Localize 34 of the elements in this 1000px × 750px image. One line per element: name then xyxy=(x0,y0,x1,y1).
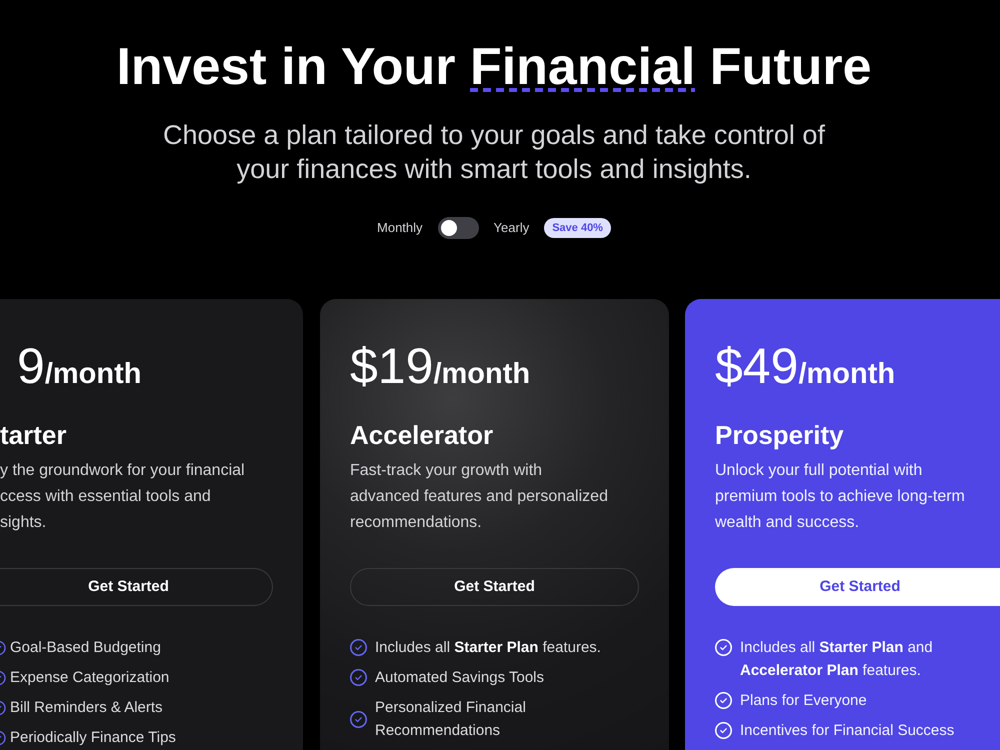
get-started-button[interactable]: Get Started xyxy=(350,568,639,606)
billing-toggle[interactable] xyxy=(438,217,479,239)
get-started-button[interactable]: Get Started xyxy=(715,568,1000,606)
plan-name: Accelerator xyxy=(350,422,494,448)
feature-text: Includes all Starter Plan and Accelerator Plan features. xyxy=(740,638,934,681)
feature-text: Includes all Starter Plan features. xyxy=(375,638,601,658)
plan-name: tarter xyxy=(0,422,66,448)
feature-text: Bill Reminders & Alerts xyxy=(10,698,163,718)
check-circle-icon xyxy=(715,692,732,709)
billing-period-label: Monthly xyxy=(377,219,423,238)
feature-text: Goal-Based Budgeting xyxy=(10,638,161,658)
feature-text: Incentives for Financial Success xyxy=(740,721,954,741)
check-circle-icon xyxy=(715,722,732,739)
page-title: Invest in Your Financial Future xyxy=(116,41,872,93)
feature-text: Automated Savings Tools xyxy=(375,668,544,688)
check-circle-icon xyxy=(350,639,367,656)
plan-description: y the groundwork for your financial ccess with essential tools and sights. xyxy=(0,461,245,533)
plan-description: Unlock your full potential with premium tools to achieve long-term wealth and success. xyxy=(715,461,965,533)
plan-price: $19/month xyxy=(350,341,530,391)
discount-badge: Save 40% xyxy=(544,218,611,238)
get-started-button[interactable]: Get Started xyxy=(0,568,273,606)
feature-text: Periodically Finance Tips xyxy=(10,728,176,748)
plan-price: 9/month xyxy=(16,341,142,391)
check-circle-icon xyxy=(350,710,367,728)
plan-description: Fast-track your growth with advanced features and personalized recommendations. xyxy=(350,461,608,533)
feature-text: Plans for Everyone xyxy=(740,691,867,711)
billing-period-label: Yearly xyxy=(494,219,530,238)
check-circle-icon xyxy=(715,639,732,656)
page-subtitle: Choose a plan tailored to your goals and take control of your finances with smart tools and insights. xyxy=(162,119,826,186)
plan-name: Prosperity xyxy=(715,422,844,448)
feature-text: Expense Categorization xyxy=(10,668,170,688)
feature-text: Personalized Financial Recommendations xyxy=(375,698,527,741)
check-circle-icon xyxy=(350,669,367,686)
plan-price: $49/month xyxy=(715,341,896,391)
